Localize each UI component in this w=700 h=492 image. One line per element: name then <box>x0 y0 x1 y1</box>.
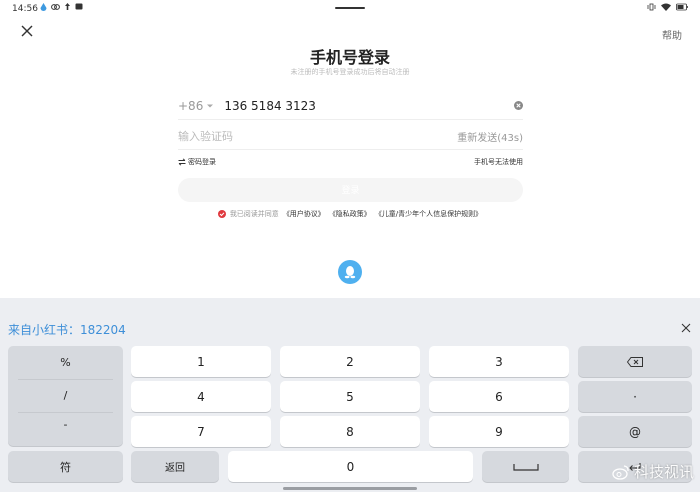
password-login-label: 密码登录 <box>188 158 216 166</box>
key-0[interactable]: 0 <box>228 451 473 482</box>
link-icon <box>51 3 60 13</box>
swap-icon <box>178 158 186 166</box>
close-icon <box>21 25 33 37</box>
droplet-icon <box>40 3 47 13</box>
top-handle <box>335 7 365 9</box>
backspace-key[interactable] <box>578 346 692 377</box>
key-dot[interactable]: · <box>578 381 692 412</box>
key-6[interactable]: 6 <box>429 381 569 412</box>
resend-code-button[interactable]: 重新发送(43s) <box>457 129 523 144</box>
verification-code-input[interactable] <box>178 130 378 143</box>
user-agreement-link[interactable]: 《用户协议》 <box>283 209 325 219</box>
watermark: 科技视讯 <box>612 461 694 482</box>
backspace-icon <box>627 356 643 367</box>
qq-login-button[interactable] <box>338 260 362 284</box>
status-icons-left <box>40 3 83 13</box>
close-button[interactable] <box>18 22 36 40</box>
agreement-prefix: 我已阅读并同意 <box>229 210 279 218</box>
sms-code-suggestion-bar: 来自小红书：182204 <box>0 316 700 342</box>
key-dash[interactable]: - <box>8 408 123 441</box>
sms-code-suggestion[interactable]: 来自小红书：182204 <box>8 321 126 338</box>
privacy-policy-link[interactable]: 《隐私政策》 <box>329 209 371 219</box>
space-key[interactable] <box>482 451 569 482</box>
close-icon[interactable] <box>681 323 691 333</box>
clear-input-icon[interactable] <box>514 101 523 110</box>
symbol-panel: % / - <box>8 346 123 446</box>
wifi-icon <box>661 3 671 13</box>
back-key[interactable]: 返回 <box>131 451 219 482</box>
upload-icon <box>64 3 71 13</box>
weibo-logo-icon <box>612 464 629 480</box>
help-link[interactable]: 帮助 <box>662 27 682 42</box>
key-8[interactable]: 8 <box>280 416 420 447</box>
agreement-row: 我已阅读并同意 《用户协议》 《隐私政策》 《儿童/青少年个人信息保护规则》 <box>0 209 700 219</box>
password-login-link[interactable]: 密码登录 <box>178 157 216 167</box>
phone-input[interactable] <box>224 98 514 113</box>
verification-code-row: 重新发送(43s) <box>178 124 523 150</box>
key-at[interactable]: @ <box>578 416 692 447</box>
key-3[interactable]: 3 <box>429 346 569 377</box>
home-indicator <box>283 487 417 490</box>
chevron-down-icon[interactable] <box>206 102 214 110</box>
phone-row: +86 <box>178 92 523 120</box>
key-1[interactable]: 1 <box>131 346 271 377</box>
space-icon <box>512 463 539 471</box>
login-options-row: 密码登录 手机号无法使用 <box>178 156 523 168</box>
country-code-selector[interactable]: +86 <box>178 99 203 113</box>
agree-checkbox[interactable] <box>217 210 226 218</box>
key-9[interactable]: 9 <box>429 416 569 447</box>
child-policy-link[interactable]: 《儿童/青少年个人信息保护规则》 <box>375 209 482 219</box>
status-bar: 14:56 <box>0 0 700 18</box>
page-title: 手机号登录 <box>309 48 390 67</box>
status-time: 14:56 <box>12 4 38 14</box>
page-subtitle: 未注册的手机号登录成功后将自动注册 <box>290 68 410 76</box>
vibrate-icon <box>647 3 656 13</box>
symbol-key[interactable]: 符 <box>8 451 123 482</box>
key-2[interactable]: 2 <box>280 346 420 377</box>
login-button[interactable]: 登录 <box>178 178 523 202</box>
key-7[interactable]: 7 <box>131 416 271 447</box>
status-icons-right <box>647 3 688 13</box>
battery-icon <box>676 3 688 13</box>
key-4[interactable]: 4 <box>131 381 271 412</box>
key-percent[interactable]: % <box>8 346 123 379</box>
message-icon <box>75 3 83 13</box>
key-5[interactable]: 5 <box>280 381 420 412</box>
phone-unavailable-link[interactable]: 手机号无法使用 <box>474 157 523 167</box>
qq-icon <box>344 266 356 279</box>
watermark-text: 科技视讯 <box>633 463 694 481</box>
